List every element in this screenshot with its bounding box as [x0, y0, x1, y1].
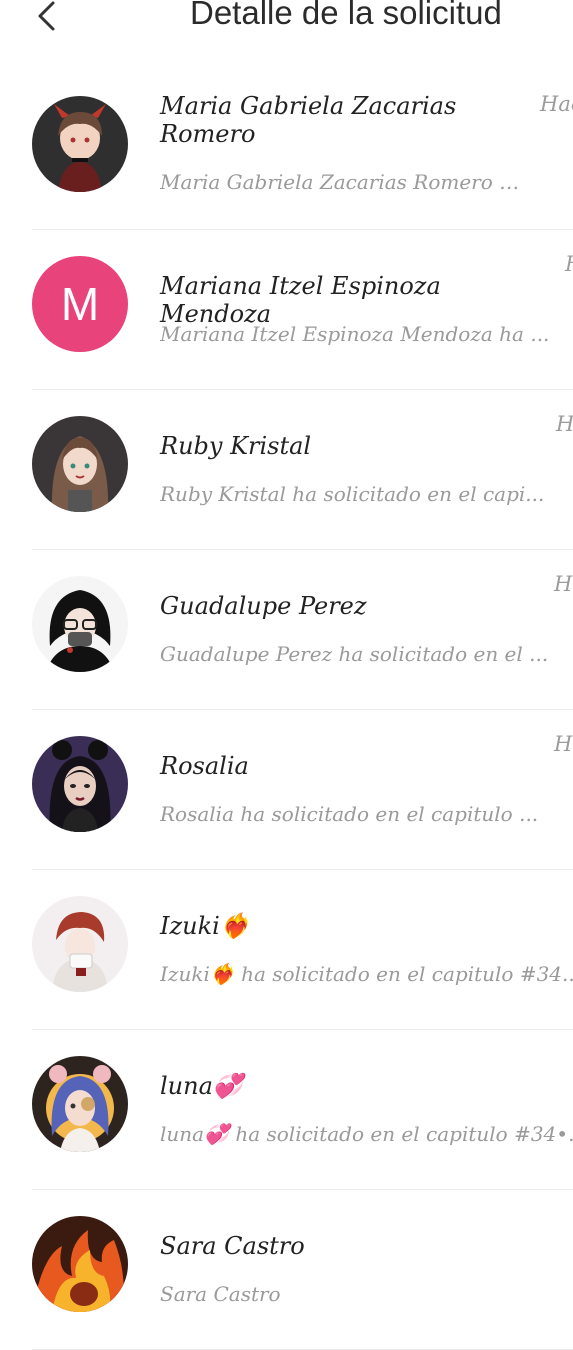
requester-name: Ruby Kristal	[160, 432, 312, 460]
request-row[interactable]: Ruby Kristal Ruby Kristal ha solicitado …	[0, 390, 573, 550]
avatar[interactable]	[32, 576, 128, 672]
requester-name: luna💞	[160, 1072, 243, 1100]
avatar[interactable]	[32, 896, 128, 992]
requester-name: Sara Castro	[160, 1232, 305, 1260]
request-preview: luna💞 ha solicitado en el capitulo #34•.…	[160, 1122, 573, 1146]
request-time: Ha	[556, 412, 573, 436]
request-row[interactable]: Rosalia Rosalia ha solicitado en el capi…	[0, 710, 573, 870]
request-preview: Maria Gabriela Zacarias Romero h...	[160, 170, 520, 194]
request-row[interactable]: M Mariana Itzel Espinoza Mendoza Mariana…	[0, 230, 573, 390]
request-row[interactable]: Sara Castro Sara Castro	[0, 1190, 573, 1350]
page-title: Detalle de la solicitud	[190, 0, 502, 31]
avatar-letter: M	[60, 278, 100, 330]
avatar[interactable]	[32, 1216, 128, 1312]
request-time: Ha	[554, 732, 573, 756]
request-list: Maria Gabriela Zacarias Romero Maria Gab…	[0, 70, 573, 1350]
avatar[interactable]: M	[32, 256, 128, 352]
requester-name: Izuki❤️‍🔥	[160, 912, 250, 940]
request-preview: Ruby Kristal ha solicitado en el capi...	[160, 482, 545, 506]
requester-name: Guadalupe Perez	[160, 592, 367, 620]
request-time: Hac	[540, 92, 573, 116]
avatar[interactable]	[32, 736, 128, 832]
request-preview: Rosalia ha solicitado en el capitulo ...	[160, 802, 539, 826]
request-preview: Mariana Itzel Espinoza Mendoza ha ...	[160, 322, 550, 346]
request-time: Ha	[554, 572, 573, 596]
back-button[interactable]	[28, 0, 64, 34]
avatar[interactable]	[32, 96, 128, 192]
request-preview: Izuki❤️‍🔥 ha solicitado en el capitulo #…	[160, 962, 573, 986]
requester-name: Mariana Itzel Espinoza Mendoza	[160, 272, 441, 328]
request-time: H	[565, 252, 573, 276]
avatar[interactable]	[32, 416, 128, 512]
request-row[interactable]: Izuki❤️‍🔥 Izuki❤️‍🔥 ha solicitado en el …	[0, 870, 573, 1030]
request-row[interactable]: Maria Gabriela Zacarias Romero Maria Gab…	[0, 70, 573, 230]
request-row[interactable]: Guadalupe Perez Guadalupe Perez ha solic…	[0, 550, 573, 710]
requester-name: Rosalia	[160, 752, 249, 780]
requester-name: Maria Gabriela Zacarias Romero	[160, 92, 457, 148]
request-preview: Sara Castro	[160, 1282, 281, 1306]
request-row[interactable]: luna💞 luna💞 ha solicitado en el capitulo…	[0, 1030, 573, 1190]
request-preview: Guadalupe Perez ha solicitado en el ...	[160, 642, 549, 666]
avatar[interactable]	[32, 1056, 128, 1152]
back-arrow-icon	[38, 1, 55, 31]
header: Detalle de la solicitud	[0, 0, 573, 40]
